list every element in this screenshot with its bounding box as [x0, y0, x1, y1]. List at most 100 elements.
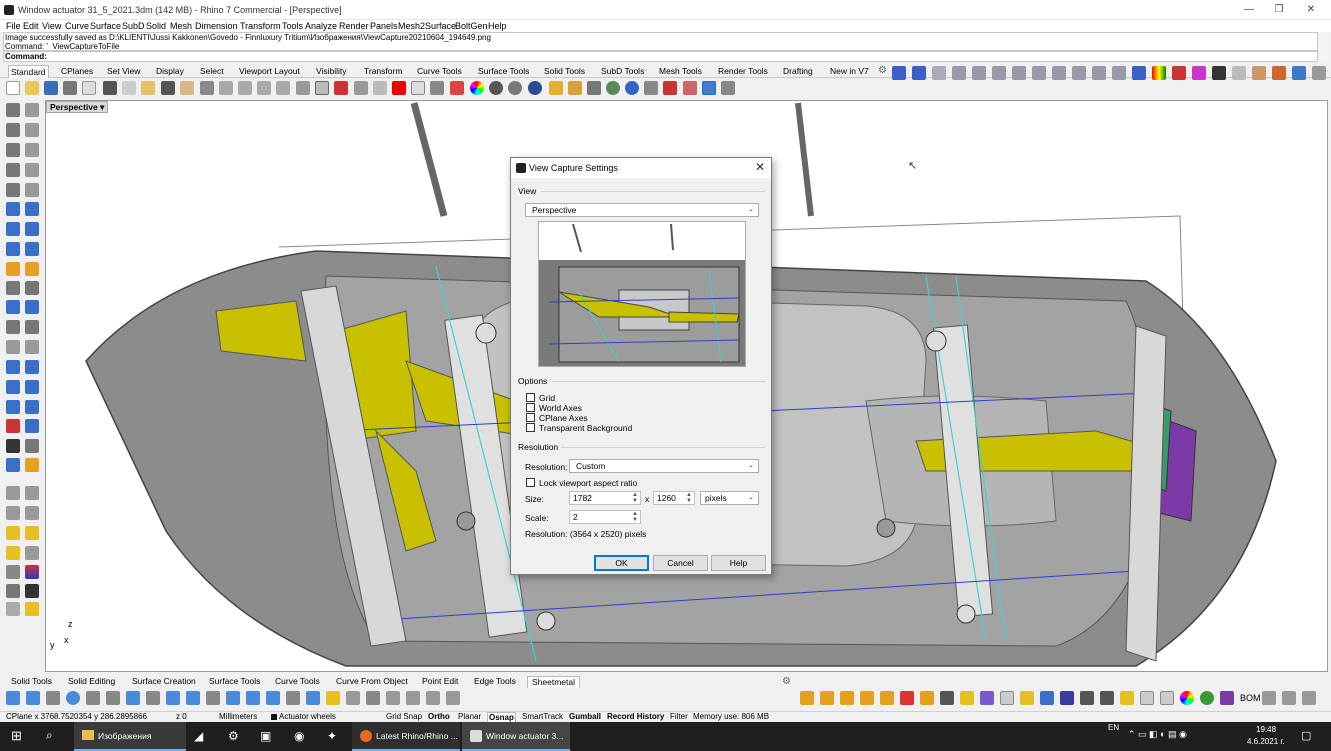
spin-arrows-icon[interactable]: ▲ ▼	[686, 492, 692, 504]
menu-curve[interactable]: Curve	[65, 20, 89, 32]
cut-icon[interactable]	[103, 81, 117, 95]
zoom-icon[interactable]	[219, 81, 233, 95]
lock-aspect-checkbox[interactable]	[526, 478, 535, 487]
tab-surface-creation[interactable]: Surface Creation	[132, 676, 196, 687]
viewport-label[interactable]: Perspective ▾	[46, 101, 109, 113]
corner-icon[interactable]	[146, 691, 160, 705]
menu-file[interactable]: File	[6, 20, 21, 32]
hem-icon[interactable]	[206, 691, 220, 705]
taskbar-firefox[interactable]: Latest Rhino/Rhino ...	[352, 722, 460, 751]
tab-edge-tools[interactable]: Edge Tools	[474, 676, 516, 687]
menu-view[interactable]: View	[42, 20, 61, 32]
shaded-sphere-icon[interactable]	[508, 81, 522, 95]
snap-icon[interactable]	[6, 486, 20, 500]
boltgen-icon[interactable]	[1272, 66, 1286, 80]
zoom-extents-icon[interactable]	[257, 81, 271, 95]
utility-icon[interactable]	[1040, 691, 1054, 705]
material-tool-icon[interactable]	[25, 458, 39, 472]
width-input[interactable]: 1782 ▲ ▼	[569, 491, 641, 505]
utility-icon[interactable]	[940, 691, 954, 705]
join-icon[interactable]	[6, 281, 20, 295]
refold-icon[interactable]	[126, 691, 140, 705]
utility-icon[interactable]	[860, 691, 874, 705]
tab-visibility[interactable]: Visibility	[314, 65, 349, 77]
tab-transform[interactable]: Transform	[362, 65, 404, 77]
move-icon[interactable]	[1092, 66, 1106, 80]
trim-icon[interactable]	[992, 66, 1006, 80]
utility-icon[interactable]	[1100, 691, 1114, 705]
radius-icon[interactable]	[406, 691, 420, 705]
utility-icon[interactable]	[800, 691, 814, 705]
hide-icon[interactable]	[411, 81, 425, 95]
menu-solid[interactable]: Solid	[146, 20, 166, 32]
utility-icon[interactable]	[1080, 691, 1094, 705]
layer-icon[interactable]	[450, 81, 464, 95]
close-icon[interactable]: ✕	[755, 160, 765, 174]
rectangle-icon[interactable]	[972, 66, 986, 80]
environment-icon[interactable]	[606, 81, 620, 95]
utility-icon[interactable]	[1020, 691, 1034, 705]
leader-icon[interactable]	[25, 419, 39, 433]
gumball-toggle[interactable]: Gumball	[569, 712, 601, 722]
export-dxf-icon[interactable]	[446, 691, 460, 705]
utility-icon[interactable]	[900, 691, 914, 705]
hatch-icon[interactable]	[25, 380, 39, 394]
split-icon[interactable]	[1012, 66, 1026, 80]
four-view-icon[interactable]	[315, 81, 329, 95]
menu-boltgen[interactable]: BoltGen	[455, 20, 488, 32]
clipping-icon[interactable]	[683, 81, 697, 95]
check-tool-icon[interactable]	[6, 439, 20, 453]
analyze-tool-icon[interactable]	[25, 439, 39, 453]
bend-icon[interactable]	[26, 691, 40, 705]
zoom-window-icon[interactable]	[238, 81, 252, 95]
ortho-toggle[interactable]: Ortho	[428, 712, 450, 722]
mesh-icon[interactable]	[25, 242, 39, 256]
ok-button[interactable]: OK	[594, 555, 649, 571]
hole-icon[interactable]	[66, 691, 80, 705]
polygon-icon[interactable]	[6, 183, 20, 197]
curve-icon[interactable]	[932, 66, 946, 80]
paste-icon[interactable]	[141, 81, 155, 95]
block-icon[interactable]	[25, 602, 39, 616]
menu-dimension[interactable]: Dimension	[195, 20, 238, 32]
utility-icon[interactable]	[920, 691, 934, 705]
gear-icon[interactable]: ⚙	[878, 65, 887, 76]
clock-time[interactable]: 19:48	[1256, 725, 1276, 734]
sphere-icon[interactable]	[25, 222, 39, 236]
cplane-axes-checkbox[interactable]	[526, 413, 535, 422]
history-icon[interactable]	[6, 506, 20, 520]
utility-icon[interactable]	[1262, 691, 1276, 705]
dimension-icon[interactable]	[587, 81, 601, 95]
named-view-icon[interactable]	[354, 81, 368, 95]
menu-mesh[interactable]: Mesh	[170, 20, 192, 32]
polyline-icon[interactable]	[952, 66, 966, 80]
help-button[interactable]: Help	[711, 555, 766, 571]
command-prompt[interactable]: Command:	[3, 51, 1318, 62]
menu-panels[interactable]: Panels	[370, 20, 398, 32]
menu-render[interactable]: Render	[339, 20, 369, 32]
car-icon[interactable]	[1132, 66, 1146, 80]
layers-tool-icon[interactable]	[25, 565, 39, 579]
zoom-selected-icon[interactable]	[276, 81, 290, 95]
gear-icon[interactable]: ⚙	[782, 676, 791, 687]
point-icon[interactable]	[25, 103, 39, 117]
box-icon[interactable]	[6, 222, 20, 236]
jog-icon[interactable]	[226, 691, 240, 705]
grid-snap-toggle[interactable]: Grid Snap	[386, 712, 422, 722]
menu-edit[interactable]: Edit	[23, 20, 39, 32]
units-select[interactable]: pixels ⌄	[700, 491, 759, 505]
tab-set-view[interactable]: Set View	[105, 65, 142, 77]
lofted-bend-icon[interactable]	[246, 691, 260, 705]
check-icon[interactable]	[1212, 66, 1226, 80]
utility-icon[interactable]	[1000, 691, 1014, 705]
spin-arrows-icon[interactable]: ▲ ▼	[632, 492, 638, 504]
rectangle-tool-icon[interactable]	[25, 163, 39, 177]
text-icon[interactable]	[6, 380, 20, 394]
sweep-icon[interactable]	[6, 546, 20, 560]
record-history-toggle[interactable]: Record History	[607, 712, 664, 722]
layout-icon[interactable]	[6, 565, 20, 579]
grid-array-icon[interactable]	[6, 400, 20, 414]
wireframe-sphere-icon[interactable]	[489, 81, 503, 95]
options-icon[interactable]	[663, 81, 677, 95]
grid-icon[interactable]	[892, 66, 906, 80]
